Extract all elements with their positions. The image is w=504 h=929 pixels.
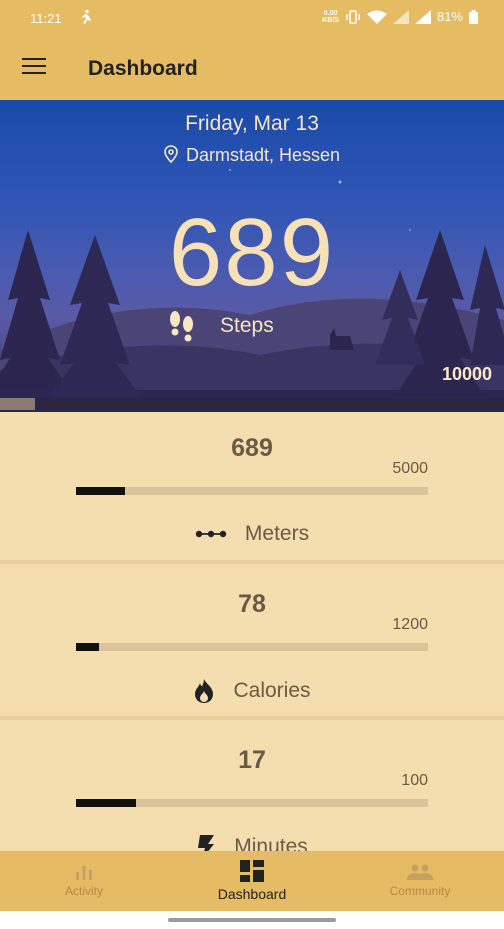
calories-progress-fill [76, 643, 99, 651]
network-speed-unit: KB/S [322, 16, 339, 24]
network-speed-value: 0.00 [323, 9, 338, 17]
battery-percent: 81% [436, 9, 463, 24]
calories-progress-bar [76, 643, 428, 651]
status-time: 11:21 [30, 11, 62, 26]
status-bar: 11:21 0.00 KB/S 81% [0, 0, 504, 38]
meters-card[interactable]: 689 5000 Meters [0, 412, 504, 564]
flame-icon [195, 679, 214, 703]
steps-label: Steps [220, 314, 274, 337]
page-title: Dashboard [88, 57, 198, 80]
nav-label-dashboard: Dashboard [217, 886, 287, 902]
bottom-navigation: Activity Dashboard Community [0, 851, 504, 911]
steps-goal: 10000 [441, 364, 492, 384]
nav-item-dashboard[interactable]: Dashboard [168, 851, 336, 911]
nav-label-community: Community [389, 884, 451, 898]
nav-item-community[interactable]: Community [336, 851, 504, 911]
hamburger-menu-icon[interactable] [22, 58, 46, 76]
nav-label-activity: Activity [64, 884, 103, 898]
calories-label: Calories [233, 679, 311, 702]
minutes-progress-fill [76, 799, 136, 807]
wifi-icon [366, 10, 387, 24]
steps-hero: Friday, Mar 13 Darmstadt, Hessen 689 Ste… [0, 100, 504, 412]
app-bar: Dashboard [0, 38, 504, 100]
steps-count: 689 [168, 199, 336, 306]
minutes-value: 17 [238, 746, 266, 774]
hero-date: Friday, Mar 13 [185, 112, 319, 135]
meters-value: 689 [231, 434, 273, 462]
steps-progress-fill [0, 398, 35, 410]
dashboard-grid-icon [240, 860, 264, 882]
calories-value: 78 [238, 590, 266, 618]
footprints-icon [170, 311, 193, 342]
route-dots-icon [195, 530, 227, 538]
people-icon [407, 864, 433, 880]
minutes-progress-bar [76, 799, 428, 807]
nav-item-activity[interactable]: Activity [0, 851, 168, 911]
meters-target: 5000 [392, 460, 428, 477]
meters-progress-bar [76, 487, 428, 495]
signal-icon [392, 9, 409, 24]
home-gesture-handle[interactable] [168, 918, 336, 922]
calories-card[interactable]: 78 1200 Calories [0, 568, 504, 720]
vibrate-icon [346, 9, 360, 24]
steps-progress-track [0, 398, 504, 410]
meters-progress-fill [76, 487, 125, 495]
hero-location: Darmstadt, Hessen [0, 145, 504, 166]
location-text: Darmstadt, Hessen [185, 145, 341, 165]
location-pin-icon [164, 145, 178, 163]
bar-chart-icon [76, 866, 92, 880]
signal-icon-2 [414, 9, 431, 24]
running-person-icon [82, 9, 91, 24]
gesture-bar [0, 911, 504, 929]
battery-icon [469, 9, 478, 24]
network-speed: 0.00 KB/S [322, 10, 339, 24]
calories-target: 1200 [392, 616, 428, 633]
meters-label: Meters [244, 522, 310, 545]
minutes-target: 100 [401, 772, 428, 789]
